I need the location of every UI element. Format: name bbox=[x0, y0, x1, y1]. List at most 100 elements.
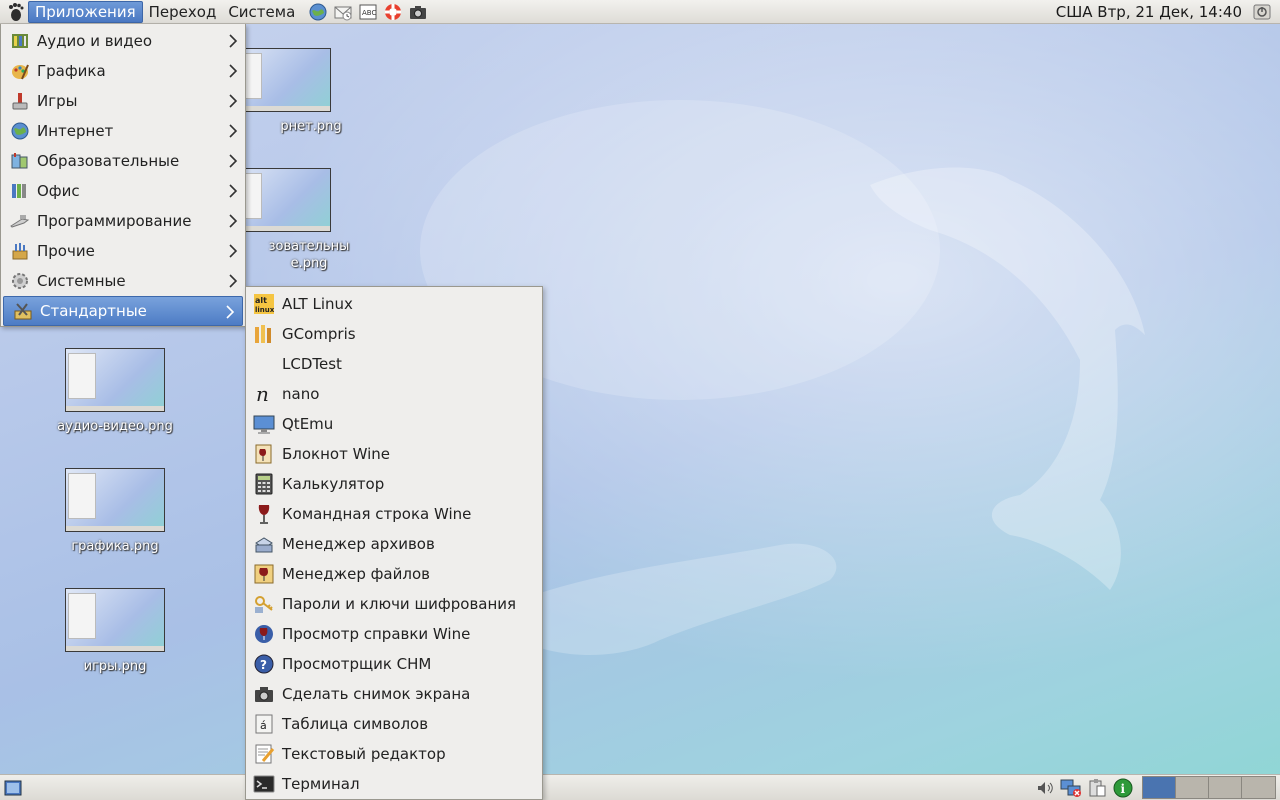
camera-icon bbox=[253, 683, 275, 705]
clipboard-icon[interactable] bbox=[1086, 777, 1108, 799]
menu-item-wine-notepad[interactable]: Блокнот Wine bbox=[246, 439, 542, 469]
svg-text:alt: alt bbox=[255, 296, 267, 305]
menu-item-system[interactable]: Системные bbox=[1, 266, 245, 296]
wine-notepad-icon bbox=[253, 443, 275, 465]
games-icon bbox=[9, 90, 31, 112]
menu-item-programming[interactable]: Программирование bbox=[1, 206, 245, 236]
wine-icon bbox=[253, 503, 275, 525]
menu-item-graphics[interactable]: Графика bbox=[1, 56, 245, 86]
menu-item-internet[interactable]: Интернет bbox=[1, 116, 245, 146]
menu-item-office[interactable]: Офис bbox=[1, 176, 245, 206]
chevron-right-icon bbox=[229, 64, 238, 78]
menu-item-other[interactable]: Прочие bbox=[1, 236, 245, 266]
menu-item-label: Графика bbox=[37, 62, 106, 80]
menu-item-file-manager[interactable]: Менеджер файлов bbox=[246, 559, 542, 589]
chevron-right-icon bbox=[229, 154, 238, 168]
menu-item-label: Просмотрщик CHM bbox=[282, 655, 432, 673]
file-label: рнет.png bbox=[280, 119, 342, 134]
chm-viewer-icon: ? bbox=[253, 653, 275, 675]
menu-item-wine-help[interactable]: Просмотр справки Wine bbox=[246, 619, 542, 649]
chevron-right-icon bbox=[229, 34, 238, 48]
menu-item-calculator[interactable]: Калькулятор bbox=[246, 469, 542, 499]
menu-item-label: GCompris bbox=[282, 325, 356, 343]
help-icon[interactable] bbox=[382, 1, 404, 23]
programming-icon bbox=[9, 210, 31, 232]
file-thumbnail bbox=[65, 348, 165, 412]
menu-item-chm-viewer[interactable]: ? Просмотрщик CHM bbox=[246, 649, 542, 679]
accessories-icon bbox=[12, 300, 34, 322]
svg-text:n: n bbox=[256, 383, 269, 405]
system-tray: i bbox=[1034, 776, 1276, 799]
menu-item-terminal[interactable]: Терминал bbox=[246, 769, 542, 799]
file-label: графика.png bbox=[71, 539, 159, 554]
archive-manager-icon bbox=[253, 533, 275, 555]
menu-item-qtemu[interactable]: QtEmu bbox=[246, 409, 542, 439]
volume-icon[interactable] bbox=[1034, 777, 1056, 799]
desktop-file-audio-video[interactable]: аудио-видео.png bbox=[55, 348, 175, 435]
menu-item-screenshot[interactable]: Сделать снимок экрана bbox=[246, 679, 542, 709]
menu-item-passwords-keys[interactable]: Пароли и ключи шифрования bbox=[246, 589, 542, 619]
globe-icon bbox=[9, 120, 31, 142]
menu-item-charmap[interactable]: á Таблица символов bbox=[246, 709, 542, 739]
svg-text:ABC: ABC bbox=[362, 9, 376, 17]
menu-item-label: Прочие bbox=[37, 242, 95, 260]
workspace-4[interactable] bbox=[1242, 777, 1275, 798]
svg-text:linux: linux bbox=[255, 306, 275, 314]
places-menu-button[interactable]: Переход bbox=[143, 1, 223, 23]
graphics-icon bbox=[9, 60, 31, 82]
menu-item-nano[interactable]: n nano bbox=[246, 379, 542, 409]
mail-icon[interactable] bbox=[332, 1, 354, 23]
gnome-foot-icon[interactable] bbox=[4, 0, 28, 24]
menu-item-accessories[interactable]: Стандартные bbox=[3, 296, 243, 326]
applications-menu-button[interactable]: Приложения bbox=[28, 0, 143, 23]
workspace-1[interactable] bbox=[1143, 777, 1176, 798]
menu-item-audio-video[interactable]: Аудио и видео bbox=[1, 26, 245, 56]
screenshot-icon[interactable] bbox=[407, 1, 429, 23]
multimedia-icon bbox=[9, 30, 31, 52]
menu-item-label: Командная строка Wine bbox=[282, 505, 472, 523]
svg-text:á: á bbox=[260, 719, 267, 732]
menu-item-label: Калькулятор bbox=[282, 475, 385, 493]
desktop-file-games[interactable]: игры.png bbox=[55, 588, 175, 675]
menu-item-archive-manager[interactable]: Менеджер архивов bbox=[246, 529, 542, 559]
menu-item-wine-cmd[interactable]: Командная строка Wine bbox=[246, 499, 542, 529]
browser-icon[interactable] bbox=[307, 1, 329, 23]
accessories-submenu: alt linux ALT Linux GCompris LCDTest n na… bbox=[245, 286, 543, 800]
workspace-3[interactable] bbox=[1209, 777, 1242, 798]
menu-item-games[interactable]: Игры bbox=[1, 86, 245, 116]
blank-icon bbox=[253, 353, 275, 375]
menu-item-label: Офис bbox=[37, 182, 80, 200]
shutdown-icon[interactable] bbox=[1252, 2, 1272, 22]
chevron-right-icon bbox=[229, 94, 238, 108]
menu-item-lcdtest[interactable]: LCDTest bbox=[246, 349, 542, 379]
workspace-2[interactable] bbox=[1176, 777, 1209, 798]
menu-item-label: Менеджер файлов bbox=[282, 565, 430, 583]
menu-item-label: ALT Linux bbox=[282, 295, 353, 313]
charmap-icon: á bbox=[253, 713, 275, 735]
menu-item-label: Аудио и видео bbox=[37, 32, 153, 50]
info-icon[interactable]: i bbox=[1112, 777, 1134, 799]
office-icon[interactable]: ABC bbox=[357, 1, 379, 23]
desktop-file-graphics[interactable]: графика.png bbox=[55, 468, 175, 555]
file-label: зовательны е.png bbox=[268, 239, 350, 271]
education-icon bbox=[9, 150, 31, 172]
chevron-right-icon bbox=[226, 305, 235, 319]
menu-item-label: Программирование bbox=[37, 212, 192, 230]
system-menu-button[interactable]: Система bbox=[222, 1, 301, 23]
show-desktop-icon[interactable] bbox=[2, 777, 24, 799]
menu-item-label: LCDTest bbox=[282, 355, 342, 373]
clock[interactable]: США Втр, 21 Дек, 14:40 bbox=[1056, 3, 1242, 21]
menu-item-gcompris[interactable]: GCompris bbox=[246, 319, 542, 349]
menu-item-alt-linux[interactable]: alt linux ALT Linux bbox=[246, 289, 542, 319]
file-thumbnail bbox=[65, 468, 165, 532]
menu-item-education[interactable]: Образовательные bbox=[1, 146, 245, 176]
menu-item-label: Образовательные bbox=[37, 152, 180, 170]
launcher-area: ABC bbox=[307, 1, 429, 23]
menu-item-label: Пароли и ключи шифрования bbox=[282, 595, 517, 613]
menu-item-label: Сделать снимок экрана bbox=[282, 685, 471, 703]
network-icon[interactable] bbox=[1060, 777, 1082, 799]
menu-item-label: Таблица символов bbox=[282, 715, 429, 733]
nano-icon: n bbox=[253, 383, 275, 405]
menu-item-text-editor[interactable]: Текстовый редактор bbox=[246, 739, 542, 769]
chevron-right-icon bbox=[229, 184, 238, 198]
